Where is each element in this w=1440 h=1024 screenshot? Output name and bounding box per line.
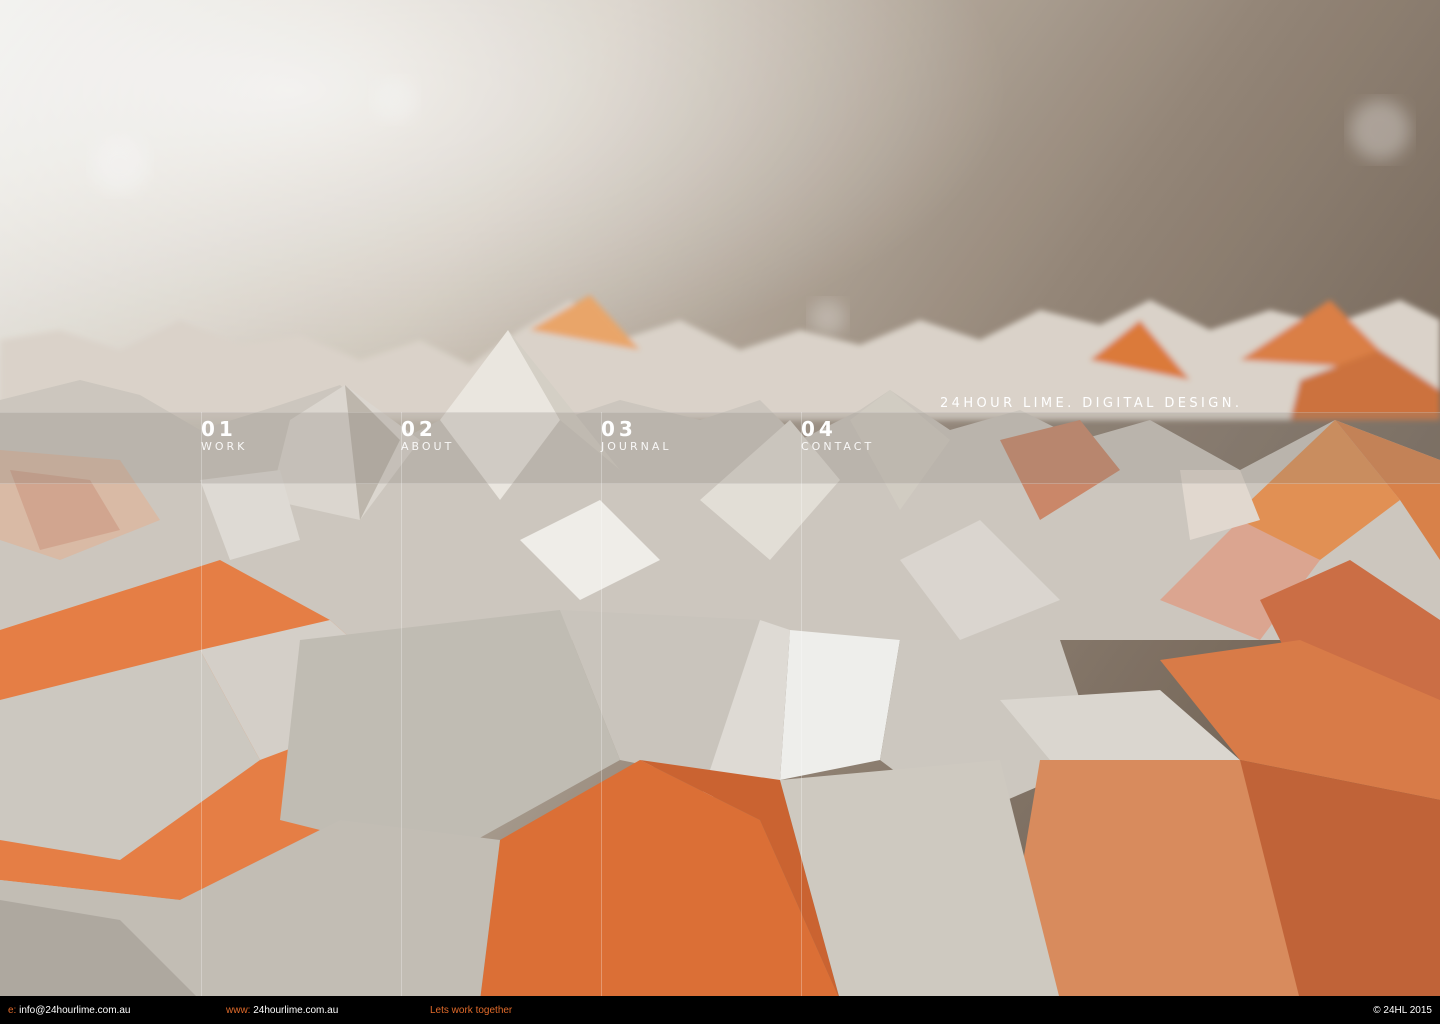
nav-item-work[interactable]: 01 WORK xyxy=(201,418,247,454)
web-prefix: www: xyxy=(226,1005,251,1016)
column-divider xyxy=(201,412,202,996)
nav-item-about[interactable]: 02 ABOUT xyxy=(401,418,454,454)
nav-item-journal[interactable]: 03 JOURNAL xyxy=(601,418,671,454)
nav-label: WORK xyxy=(201,440,248,453)
copyright-text: © 24HL 2015 xyxy=(1373,1005,1432,1016)
footer-bar: e: info@24hourlime.com.au www: 24hourlim… xyxy=(0,996,1440,1024)
nav-number: 02 xyxy=(401,417,437,441)
nav-item-contact[interactable]: 04 CONTACT xyxy=(801,418,874,454)
email-address: info@24hourlime.com.au xyxy=(19,1005,131,1016)
site-tagline: 24HOUR LIME. DIGITAL DESIGN. xyxy=(940,396,1243,411)
nav-label: CONTACT xyxy=(801,440,875,453)
low-poly-landscape-background xyxy=(0,0,1440,1024)
nav-number: 04 xyxy=(801,417,837,441)
column-divider xyxy=(801,412,802,996)
nav-label: ABOUT xyxy=(401,440,455,453)
nav-number: 01 xyxy=(201,417,237,441)
website-url: 24hourlime.com.au xyxy=(253,1005,339,1016)
column-divider xyxy=(601,412,602,996)
nav-label: JOURNAL xyxy=(601,440,672,453)
nav-number: 03 xyxy=(601,417,637,441)
email-prefix: e: xyxy=(8,1005,17,1016)
lets-work-together-link[interactable]: Lets work together xyxy=(430,1005,512,1016)
footer-email[interactable]: e: info@24hourlime.com.au xyxy=(8,1005,130,1016)
footer-website[interactable]: www: 24hourlime.com.au xyxy=(226,1005,338,1016)
column-divider xyxy=(401,412,402,996)
